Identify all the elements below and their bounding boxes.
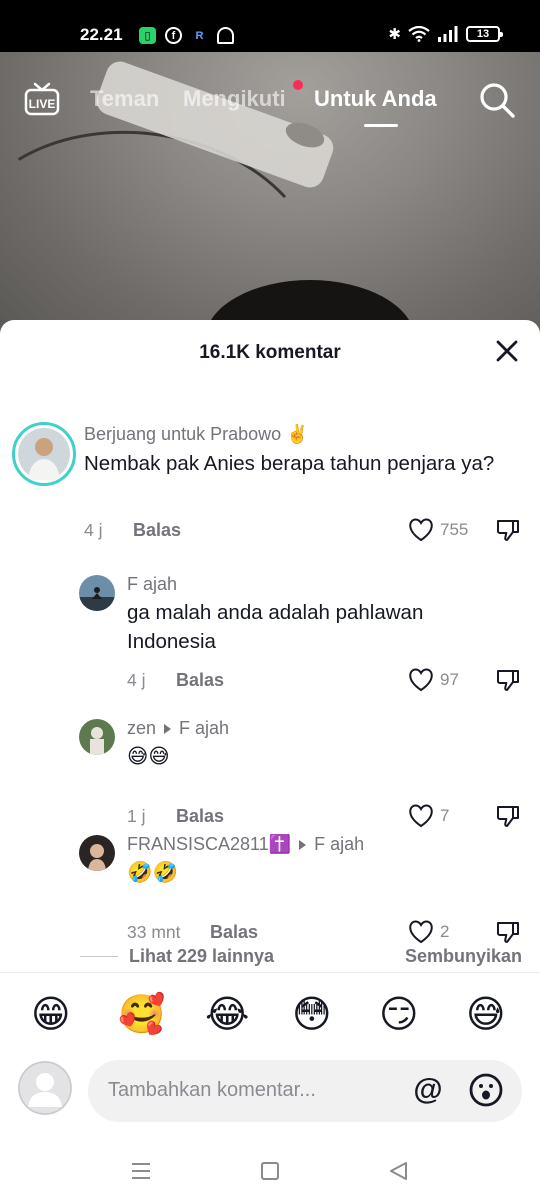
heart-icon[interactable] (408, 518, 434, 542)
quick-emoji-bar: 😁 🥰 😂 😳 😏 😅 (0, 992, 540, 1042)
menu-icon[interactable] (128, 1158, 154, 1184)
r-app-icon: R (195, 29, 204, 42)
reply-arrow-icon (164, 723, 172, 734)
reply-button[interactable]: Balas (176, 670, 224, 691)
battery-indicator: 13 (466, 26, 503, 42)
comment-text: 😅😅 (127, 745, 170, 768)
bluetooth-icon: ✱ (388, 26, 401, 43)
thumbs-down-icon[interactable] (496, 920, 520, 944)
emoji-flushed-button[interactable]: 😳 (292, 992, 338, 1038)
signal-icon (438, 26, 458, 42)
back-icon[interactable] (386, 1158, 412, 1184)
close-icon[interactable] (494, 338, 520, 364)
hide-replies-link[interactable]: Sembunyikan (405, 946, 522, 967)
emoji-joy-button[interactable]: 😂 (205, 992, 251, 1038)
comment-username[interactable]: F ajah (127, 574, 177, 595)
emoji-hearts-button[interactable]: 🥰 (118, 992, 165, 1038)
top-navigation: LIVE Teman Mengikuti Untuk Anda (0, 80, 540, 127)
tab-mengikuti[interactable]: Mengikuti (183, 86, 286, 112)
reply-arrow-icon (299, 839, 307, 850)
mention-icon[interactable]: @ (410, 1072, 446, 1108)
status-bar: 22.21 ▯ f R ✱ 13 (0, 0, 540, 52)
divider (0, 972, 540, 973)
comment-time: 4 j (127, 670, 146, 690)
avatar-image (79, 575, 115, 611)
live-icon[interactable]: LIVE (24, 82, 60, 116)
comments-sheet: 16.1K komentar Berjuang untuk Prabowo ✌️… (0, 320, 540, 1200)
clock: 22.21 (80, 25, 123, 44)
like-count: 755 (440, 520, 469, 539)
comment-input-row: Tambahkan komentar... @ (0, 1058, 540, 1124)
user-avatar[interactable] (18, 1061, 72, 1115)
thumbs-down-icon[interactable] (496, 804, 520, 828)
comment-username[interactable]: zen F ajah (127, 718, 229, 739)
reply-button[interactable]: Balas (210, 922, 258, 943)
comment-text: ga malah anda adalah pahlawan Indonesia (127, 601, 424, 653)
reply-button[interactable]: Balas (133, 520, 181, 541)
emoji-grin-button[interactable]: 😁 (31, 992, 77, 1038)
comment-count-title: 16.1K komentar (199, 342, 341, 363)
reply-to-username[interactable]: F ajah (314, 834, 364, 855)
default-avatar-icon (18, 1061, 72, 1115)
q-app-icon (217, 27, 234, 44)
view-more-replies-link[interactable]: Lihat 229 lainnya (129, 946, 274, 967)
comment-username-text: zen (127, 718, 157, 738)
comment-username-text: FRANSISCA2811✝️ (127, 834, 292, 854)
search-icon[interactable] (478, 81, 516, 119)
thumbs-down-icon[interactable] (496, 518, 520, 542)
live-label: LIVE (29, 97, 56, 111)
wechat-like-app-icon: ▯ (139, 27, 156, 44)
active-tab-indicator (364, 124, 398, 127)
avatar[interactable] (79, 835, 115, 871)
like-count: 97 (440, 670, 459, 689)
emoji-smirk-button[interactable]: 😏 (379, 992, 425, 1038)
heart-icon[interactable] (408, 804, 434, 828)
wifi-icon (408, 26, 430, 42)
comment-username[interactable]: Berjuang untuk Prabowo ✌️ (84, 424, 309, 445)
avatar[interactable] (79, 719, 115, 755)
facebook-icon: f (165, 27, 182, 44)
heart-icon[interactable] (408, 668, 434, 692)
comment-input[interactable]: Tambahkan komentar... @ (88, 1060, 522, 1122)
thumbs-down-icon[interactable] (496, 668, 520, 692)
tab-teman[interactable]: Teman (90, 86, 159, 112)
tab-untuk-anda[interactable]: Untuk Anda (314, 86, 437, 112)
comment-text: Nembak pak Anies berapa tahun penjara ya… (84, 452, 495, 475)
avatar-image (79, 719, 115, 755)
heart-icon[interactable] (408, 920, 434, 944)
like-count: 2 (440, 922, 450, 941)
view-more-divider (80, 956, 118, 957)
system-navigation-bar (0, 1146, 540, 1196)
comment-time: 4 j (84, 520, 103, 540)
comment-time: 1 j (127, 806, 146, 826)
avatar[interactable] (79, 575, 115, 611)
emoji-sweat-smile-button[interactable]: 😅 (466, 992, 512, 1038)
reply-to-username[interactable]: F ajah (179, 718, 229, 739)
comment-text: 🤣🤣 (127, 861, 179, 884)
like-count: 7 (440, 806, 450, 825)
avatar[interactable] (12, 422, 76, 486)
avatar-image (79, 835, 115, 871)
comment-time: 33 mnt (127, 922, 181, 942)
notification-dot (293, 80, 303, 90)
comment-username[interactable]: FRANSISCA2811✝️ F ajah (127, 834, 364, 855)
avatar-image (18, 428, 70, 480)
emoji-picker-icon[interactable] (468, 1072, 504, 1108)
reply-button[interactable]: Balas (176, 806, 224, 827)
home-icon[interactable] (257, 1158, 283, 1184)
comment-input-placeholder: Tambahkan komentar... (108, 1079, 316, 1101)
